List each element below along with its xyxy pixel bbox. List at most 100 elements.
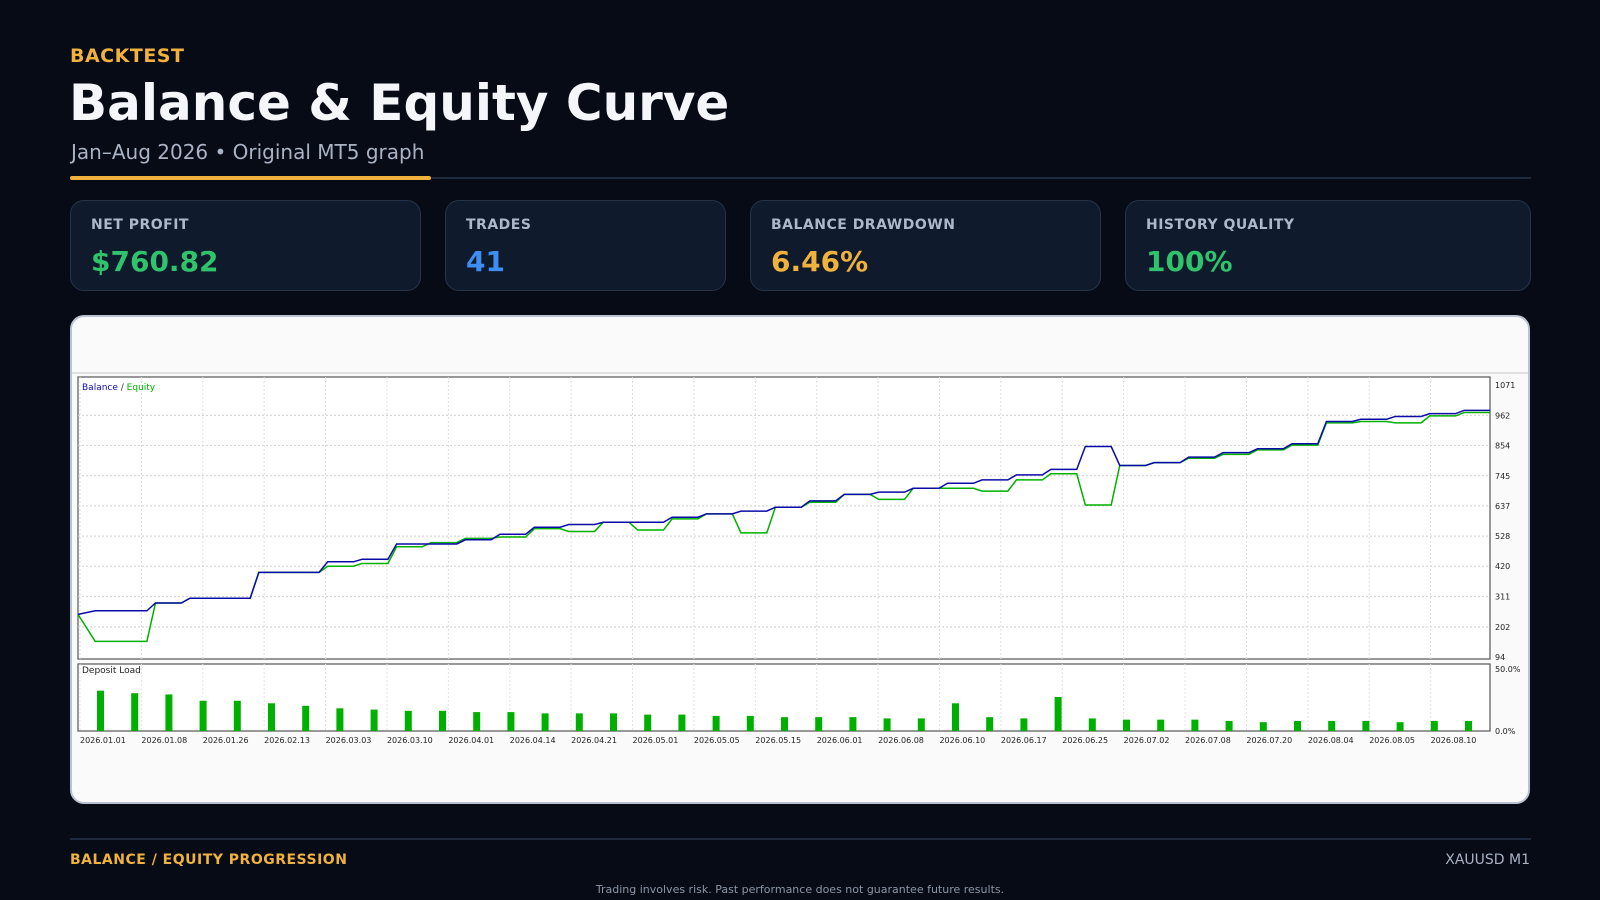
deposit-load-bar: [97, 690, 104, 731]
x-tick-label: 2026.03.03: [326, 736, 372, 745]
x-tick-label: 2026.07.08: [1185, 736, 1231, 745]
deposit-load-bar: [1225, 720, 1233, 731]
page-subtitle: Jan–Aug 2026 • Original MT5 graph: [71, 140, 425, 164]
x-tick-label: 2026.01.26: [203, 736, 249, 745]
y-tick-label: 745: [1495, 472, 1510, 481]
deposit-load-bar: [1430, 720, 1438, 731]
deposit-load-bar: [507, 712, 515, 731]
deposit-load-bar: [1328, 720, 1336, 731]
deposit-load-bar: [1362, 720, 1370, 731]
deposit-load-bar: [917, 718, 925, 731]
footer-caption: BALANCE / EQUITY PROGRESSION: [70, 852, 348, 868]
stat-value: $760.82: [91, 245, 219, 278]
deposit-load-bar: [233, 700, 241, 731]
deposit-load-bar: [883, 718, 891, 731]
deposit-load-bar: [336, 708, 344, 731]
section-kicker: BACKTEST: [70, 45, 185, 67]
stat-card-net-profit: NET PROFIT $760.82: [70, 200, 421, 291]
deposit-load-bar: [1020, 718, 1028, 731]
page-title: Balance & Equity Curve: [69, 74, 730, 132]
deposit-load-bar: [1123, 719, 1130, 731]
stat-value: 100%: [1146, 245, 1233, 278]
load-tick-label: 50.0%: [1495, 665, 1521, 674]
deposit-load-bar: [1396, 722, 1404, 731]
balance-equity-chart: 1071 962 854 745 637 528 420 311 202 94 2026.01.01…: [72, 372, 1528, 745]
deposit-load-title: Deposit Load: [82, 666, 141, 676]
mt5-graph-panel: 1071 962 854 745 637 528 420 311 202 94 2026.01.01…: [70, 315, 1530, 804]
x-tick-label: 2026.06.08: [878, 736, 924, 745]
deposit-load-bar: [541, 713, 549, 731]
deposit-load-bar: [746, 715, 754, 731]
deposit-load-bar: [1465, 720, 1472, 731]
x-tick-label: 2026.03.10: [387, 736, 433, 745]
stat-value: 41: [466, 245, 505, 278]
y-tick-label: 94: [1495, 653, 1505, 662]
legend: Balance / Equity: [82, 383, 156, 393]
deposit-load-bar: [1054, 696, 1062, 731]
stat-value: 6.46%: [771, 245, 869, 278]
x-tick-label: 2026.07.20: [1246, 736, 1292, 745]
footer-symbol: XAUUSD M1: [1445, 852, 1530, 868]
stat-label: TRADES: [466, 217, 532, 233]
load-tick-label: 0.0%: [1495, 727, 1516, 736]
x-tick-label: 2026.01.01: [80, 736, 126, 745]
stat-card-history-quality: HISTORY QUALITY 100%: [1125, 200, 1531, 291]
deposit-load-bar: [131, 693, 139, 731]
deposit-load-bar: [370, 709, 378, 731]
x-tick-label: 2026.04.21: [571, 736, 617, 745]
stat-card-trades: TRADES 41: [445, 200, 726, 291]
x-tick-label: 2026.02.13: [264, 736, 310, 745]
deposit-load-bar: [610, 713, 617, 731]
x-tick-label: 2026.01.08: [141, 736, 187, 745]
x-tick-label: 2026.06.17: [1001, 736, 1047, 745]
title-divider-accent: [70, 176, 431, 180]
legend-equity: Equity: [127, 383, 156, 393]
x-tick-label: 2026.06.25: [1062, 736, 1108, 745]
deposit-load-bar: [1294, 720, 1301, 731]
deposit-load-bar: [644, 714, 652, 731]
stat-label: HISTORY QUALITY: [1146, 217, 1295, 233]
deposit-load-bar: [439, 710, 446, 731]
risk-disclaimer: Trading involves risk. Past performance …: [595, 883, 1005, 896]
deposit-load-bar: [1157, 719, 1165, 731]
x-tick-label: 2026.08.04: [1308, 736, 1354, 745]
y-tick-label: 962: [1495, 411, 1510, 420]
deposit-load-bar: [815, 717, 823, 731]
x-tick-label: 2026.04.01: [448, 736, 494, 745]
deposit-load-bar: [1088, 718, 1096, 731]
deposit-load-bar: [1191, 719, 1199, 731]
deposit-load-bar: [302, 705, 310, 731]
deposit-load-bar: [781, 717, 788, 731]
stat-label: BALANCE DRAWDOWN: [771, 217, 956, 233]
main-plot-area: [77, 376, 1491, 660]
deposit-load-bar: [268, 703, 275, 731]
x-tick-label: 2026.08.05: [1369, 736, 1415, 745]
deposit-load-bar: [575, 713, 583, 731]
x-tick-label: 2026.05.15: [755, 736, 801, 745]
footer-divider: [70, 838, 1531, 840]
x-tick-label: 2026.06.10: [939, 736, 985, 745]
x-tick-label: 2026.05.01: [633, 736, 679, 745]
deposit-load-bar: [1259, 722, 1267, 731]
deposit-load-bar: [849, 717, 857, 731]
deposit-load-bar: [199, 700, 207, 731]
y-tick-label: 311: [1495, 593, 1510, 602]
deposit-load-bar: [712, 715, 720, 731]
deposit-load-bar: [404, 710, 412, 731]
y-tick-label: 637: [1495, 502, 1510, 511]
stat-card-balance-drawdown: BALANCE DRAWDOWN 6.46%: [750, 200, 1101, 291]
deposit-load-bar: [678, 714, 686, 731]
y-tick-label: 528: [1495, 532, 1510, 541]
x-tick-label: 2026.07.02: [1124, 736, 1170, 745]
x-tick-label: 2026.04.14: [510, 736, 556, 745]
y-tick-label: 420: [1495, 562, 1510, 571]
y-tick-label: 202: [1495, 623, 1510, 632]
y-tick-label: 1071: [1495, 381, 1515, 390]
deposit-load-bar: [473, 712, 481, 731]
x-tick-label: 2026.05.05: [694, 736, 740, 745]
stat-label: NET PROFIT: [91, 217, 189, 233]
x-tick-label: 2026.08.10: [1431, 736, 1477, 745]
legend-balance: Balance: [82, 383, 118, 393]
y-tick-label: 854: [1495, 441, 1510, 450]
deposit-load-bar: [952, 703, 959, 731]
